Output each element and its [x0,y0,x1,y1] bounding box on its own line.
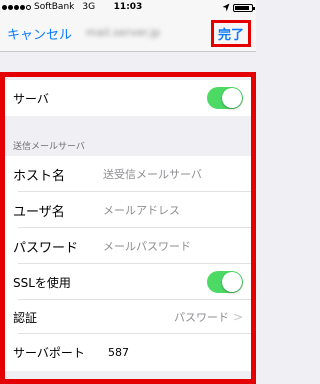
ssl-label: SSLを使用 [13,275,71,290]
done-button[interactable]: 完了 [218,24,244,43]
password-label: パスワード [13,240,79,256]
navigation-bar: キャンセル mail.server.jp 完了 [0,15,256,52]
password-row[interactable]: パスワード メールパスワード [5,228,251,264]
auth-label: 認証 [13,310,38,325]
done-button-highlight: 完了 [211,20,251,47]
auth-row[interactable]: 認証 パスワード > [5,300,251,334]
username-label: ユーザ名 [13,204,65,220]
username-input[interactable]: メールアドレス [103,202,180,218]
port-input[interactable]: 587 [108,346,129,359]
host-label: ホスト名 [13,168,66,184]
section-header-label: 送信メールサーバ [13,142,85,152]
port-row[interactable]: サーバポート 587 [5,334,251,371]
ssl-row: SSLを使用 [5,264,251,300]
section-header: 送信メールサーバ [5,116,251,156]
ssl-toggle[interactable] [207,271,243,293]
port-label: サーバポート [13,346,85,360]
location-arrow-icon [222,3,230,12]
battery-fill [235,5,249,10]
toggle-knob [222,272,242,292]
chevron-right-icon: > [232,310,243,324]
auth-value: パスワード [174,311,229,324]
host-input[interactable]: 送受信メールサーバ [103,166,202,182]
mail-settings-screen: SoftBank 3G 11:03 キャンセル mail.server.jp 完… [0,0,256,384]
status-time: 11:03 [113,2,143,12]
toggle-knob [222,88,242,108]
account-title: mail.server.jp [86,26,161,39]
username-row[interactable]: ユーザ名 メールアドレス [5,192,251,228]
status-right [222,0,255,15]
cancel-button[interactable]: キャンセル [7,24,72,43]
password-input[interactable]: メールパスワード [103,238,191,254]
server-toggle[interactable] [207,87,243,109]
status-bar: SoftBank 3G 11:03 [0,0,256,15]
battery-icon [233,3,255,12]
server-row: サーバ [5,80,251,116]
host-row[interactable]: ホスト名 送受信メールサーバ [5,156,251,192]
server-label: サーバ [13,91,49,106]
